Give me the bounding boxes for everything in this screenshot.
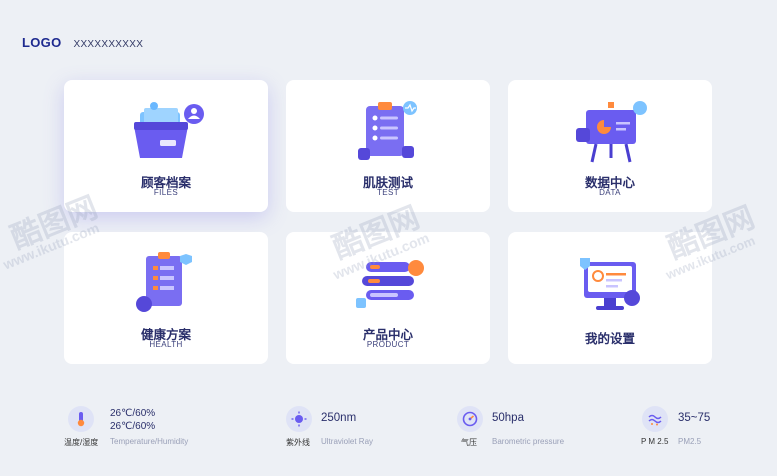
- status-temp-humidity: 26℃/60% 26℃/60% 温度/湿度 Temperature/Humidi…: [64, 402, 248, 452]
- header: LOGO XXXXXXXXXX: [22, 35, 143, 50]
- clipboard-checklist-icon: [358, 101, 417, 160]
- uv-sun-icon: [286, 406, 312, 432]
- thermometer-icon: [68, 406, 94, 432]
- status-pm25: 35~75 P M 2.5 PM2.5: [641, 402, 742, 452]
- card-test[interactable]: 肌肤测试 TEST: [286, 80, 490, 212]
- monitor-settings-icon: [580, 258, 640, 310]
- temp-humidity-caption: 温度/湿度: [64, 438, 99, 447]
- temp-humidity-value-2: 26℃/60%: [110, 421, 156, 432]
- card-sub-label: TEST: [376, 188, 400, 197]
- card-sub-label: DATA: [599, 188, 621, 197]
- health-clipboard-icon: [136, 252, 192, 312]
- status-pressure: 50hpa 气压 Barometric pressure: [457, 402, 597, 452]
- pressure-value: 50hpa: [492, 412, 524, 424]
- card-health[interactable]: 健康方案 HEALTH: [64, 232, 268, 364]
- card-sub-label: PRODUCT: [366, 340, 410, 349]
- pm25-icon: [642, 406, 668, 432]
- card-sub-label: FILES: [153, 188, 179, 197]
- card-settings[interactable]: 我的设置: [508, 232, 712, 364]
- pressure-en: Barometric pressure: [492, 437, 565, 446]
- card-data[interactable]: 数据中心 DATA: [508, 80, 712, 212]
- product-stack-icon: [356, 260, 424, 308]
- gauge-icon: [457, 406, 483, 432]
- folder-icon: [134, 102, 204, 158]
- pm25-caption: P M 2.5: [641, 437, 669, 446]
- card-sub-label: HEALTH: [149, 340, 183, 349]
- temp-humidity-value-1: 26℃/60%: [110, 408, 156, 419]
- menu-grid: 顾客档案 FILES 肌肤测试 TEST 数据中心 DATA 健康方案 HEAL…: [64, 80, 712, 364]
- pressure-caption: 气压: [461, 438, 477, 447]
- presentation-board-icon: [576, 101, 647, 163]
- card-files[interactable]: 顾客档案 FILES: [64, 80, 268, 212]
- card-label: 我的设置: [584, 332, 635, 346]
- pm25-value: 35~75: [678, 412, 711, 424]
- logo: LOGO: [22, 35, 62, 50]
- temp-humidity-en: Temperature/Humidity: [110, 437, 189, 446]
- card-product[interactable]: 产品中心 PRODUCT: [286, 232, 490, 364]
- header-subtitle: XXXXXXXXXX: [73, 39, 144, 50]
- temp-humidity-values: 26℃/60% 26℃/60%: [110, 407, 155, 433]
- uv-value: 250nm: [321, 412, 357, 424]
- status-uv: 250nm 紫外线 Ultraviolet Ray: [286, 402, 416, 452]
- uv-caption: 紫外线: [286, 438, 310, 447]
- pm25-en: PM2.5: [678, 437, 702, 446]
- uv-en: Ultraviolet Ray: [321, 437, 374, 446]
